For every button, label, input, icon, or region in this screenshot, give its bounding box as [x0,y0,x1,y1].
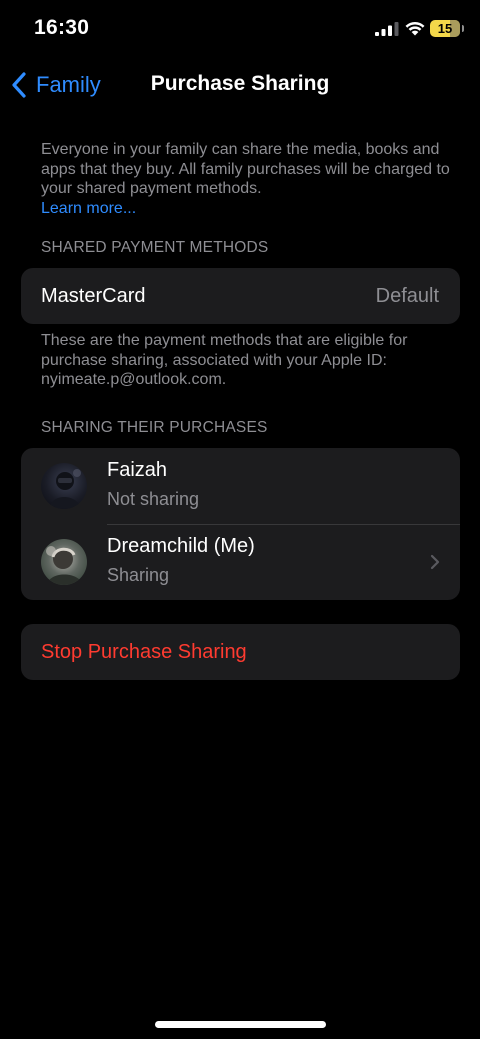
payment-methods-group: MasterCard Default [21,268,460,324]
payment-method-status: Default [375,284,439,307]
avatar [41,463,87,509]
avatar [41,539,87,585]
members-group: Faizah Not sharing Dreamchild (Me) Shari… [21,448,460,600]
avatar-image [49,469,81,509]
sharing-section-header: SHARING THEIR PURCHASES [41,419,268,436]
home-indicator[interactable] [155,1021,326,1028]
status-time: 16:30 [34,16,90,39]
member-row-faizah[interactable]: Faizah Not sharing [21,448,460,524]
member-status: Sharing [107,565,170,585]
member-status: Not sharing [107,489,200,509]
member-name: Faizah [107,459,168,481]
battery-icon: 15 [430,20,464,37]
payment-section-footer: These are the payment methods that are e… [41,332,408,388]
avatar-image [46,546,83,585]
chevron-right-icon [430,554,440,570]
battery-level: 15 [437,21,453,36]
stop-purchase-sharing-button[interactable]: Stop Purchase Sharing [21,624,460,680]
status-bar: 16:30 15 [0,0,480,58]
wifi-icon [405,21,425,36]
payment-section-header: SHARED PAYMENT METHODS [41,239,269,256]
page-title: Purchase Sharing [150,72,330,95]
member-row-dreamchild[interactable]: Dreamchild (Me) Sharing [21,524,460,600]
intro-text: Everyone in your family can share the me… [41,141,450,197]
learn-more-link[interactable]: Learn more... [41,200,136,217]
member-name: Dreamchild (Me) [107,535,255,557]
navigation-bar: Family Purchase Sharing [0,58,480,112]
stop-sharing-group: Stop Purchase Sharing [21,624,460,680]
payment-method-row[interactable]: MasterCard Default [21,268,460,324]
payment-method-name: MasterCard [41,284,146,307]
signal-icon [375,22,399,36]
intro-description: Everyone in your family can share the me… [41,140,451,218]
